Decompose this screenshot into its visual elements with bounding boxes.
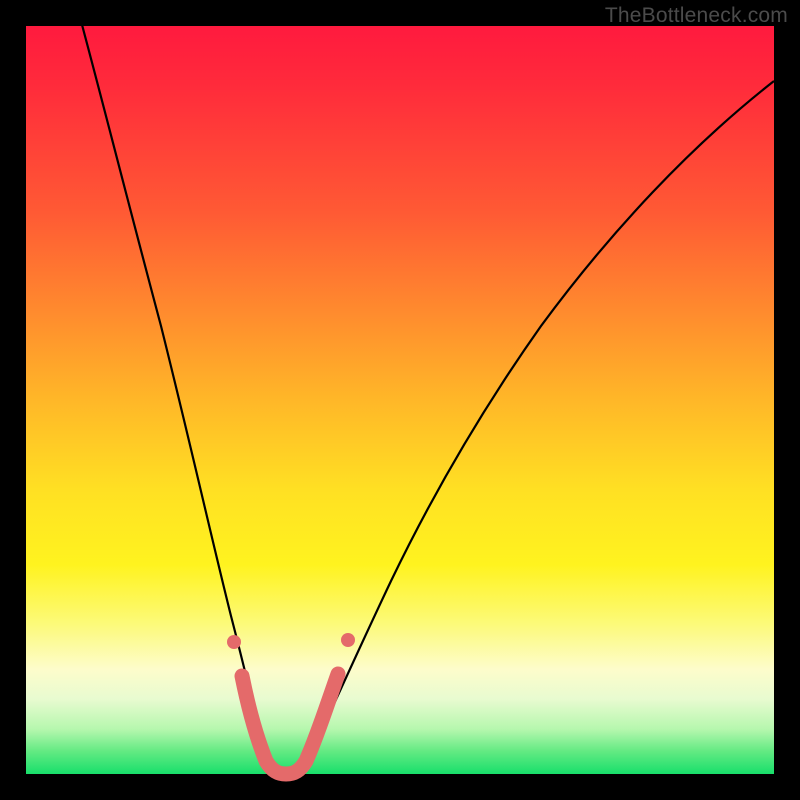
bottleneck-curve: [66, 0, 774, 772]
plot-area: [26, 26, 774, 774]
curve-layer: [26, 26, 774, 774]
watermark-text: TheBottleneck.com: [605, 4, 788, 28]
marker-dot-left: [227, 635, 241, 649]
marker-dot-right: [341, 633, 355, 647]
marker-floor: [242, 674, 338, 774]
chart-frame: TheBottleneck.com: [0, 0, 800, 800]
